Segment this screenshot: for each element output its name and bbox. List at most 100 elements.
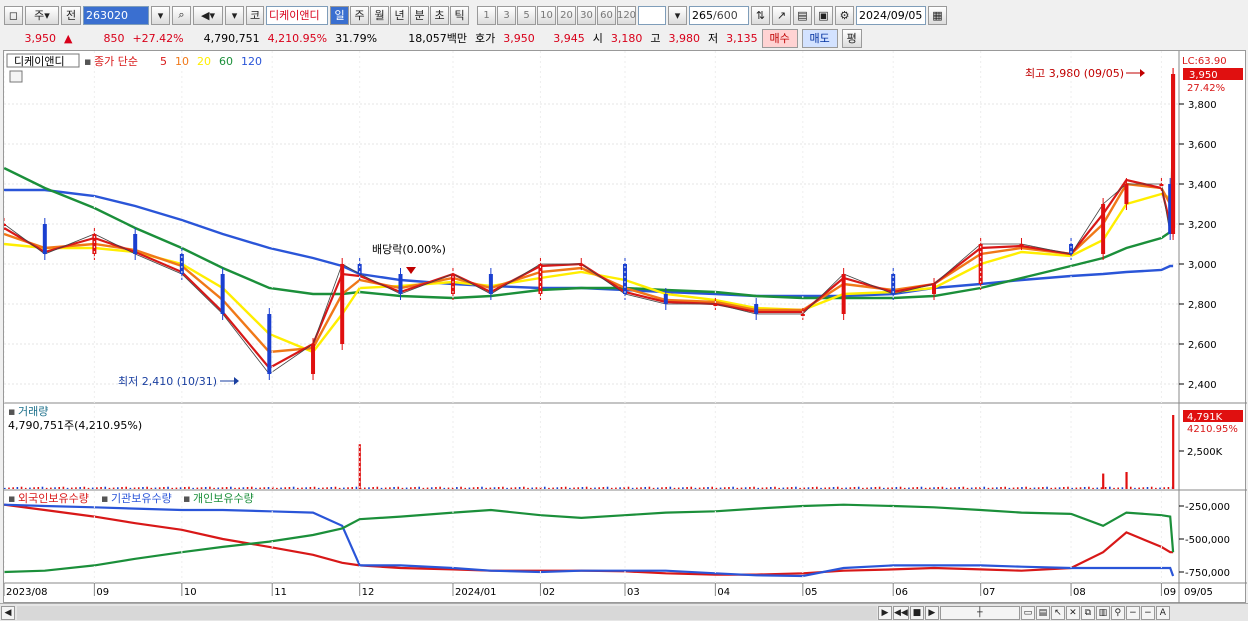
price-point <box>622 264 627 294</box>
volume-bar <box>33 487 35 489</box>
interval-dropdown-icon[interactable]: ▾ <box>668 5 687 25</box>
open-label: 시 <box>592 32 603 45</box>
rewind-button[interactable]: ◀◀ <box>893 605 909 620</box>
period-tab[interactable]: 틱 <box>450 5 469 25</box>
prev-button[interactable]: 전 <box>61 5 81 25</box>
period-tab[interactable]: 일 <box>330 5 349 25</box>
date-input[interactable]: 2024/09/05 <box>856 5 926 25</box>
scroll-right-button[interactable]: ▶ <box>878 605 892 620</box>
table-toggle-icon[interactable] <box>9 70 23 83</box>
line-tool-icon[interactable]: ↗ <box>772 5 791 25</box>
volume-bar <box>79 487 81 489</box>
interval-button[interactable]: 60 <box>597 5 616 25</box>
holdings-legend-item: 기관보유수량 <box>111 492 172 505</box>
interval-button[interactable]: 3 <box>497 5 516 25</box>
price-point <box>488 274 493 294</box>
interval-input[interactable] <box>638 5 666 25</box>
high-annotation: 최고 3,980 (09/05) <box>1025 67 1124 80</box>
period-tab[interactable]: 년 <box>390 5 409 25</box>
ma-line-60 <box>3 166 1175 300</box>
sound-icon[interactable]: ◀▾ <box>193 5 223 25</box>
save-icon[interactable]: ▣ <box>814 5 833 25</box>
period-tab[interactable]: 월 <box>370 5 389 25</box>
period-tab[interactable]: 주 <box>350 5 369 25</box>
volume-bar <box>523 486 525 489</box>
copy-icon[interactable]: ⧉ <box>1080 605 1095 620</box>
font-size-icon[interactable]: A <box>1155 605 1170 620</box>
volume-bar <box>75 487 77 489</box>
code-input[interactable]: 263020 <box>83 5 149 25</box>
volume-bar <box>255 487 257 489</box>
volume-bar <box>154 487 157 489</box>
interval-button[interactable]: 20 <box>557 5 576 25</box>
volume-bar <box>577 487 580 489</box>
volume-bar <box>698 487 701 489</box>
volume-bar <box>661 487 663 489</box>
volume-bar <box>426 487 429 489</box>
zoom-icon[interactable]: ⚲ <box>1110 605 1125 620</box>
ask-price: 3,950 <box>503 31 535 45</box>
eval-button[interactable]: 평 <box>841 28 862 48</box>
date-label: 06 <box>895 587 908 598</box>
count-field[interactable]: 265/600 <box>689 5 749 25</box>
chart-type-icon[interactable]: ▭ <box>1020 605 1035 620</box>
drawing-icon[interactable]: ↖ <box>1050 605 1065 620</box>
volume-bar <box>569 487 571 489</box>
period-tab[interactable]: 분 <box>410 5 429 25</box>
window-icon[interactable]: ◻ <box>4 5 23 25</box>
sell-button[interactable]: 매도 <box>801 28 838 48</box>
volume-bar <box>778 487 780 489</box>
print-icon[interactable]: ▤ <box>793 5 812 25</box>
volume-bar <box>96 487 98 489</box>
calendar-icon[interactable]: ▦ <box>928 5 947 25</box>
holdings-line <box>3 503 1175 574</box>
search-icon[interactable]: ⌕ <box>172 5 191 25</box>
volume-bar <box>585 486 588 489</box>
market-select[interactable]: 주 ▾ <box>25 5 59 25</box>
ruler-track[interactable]: ┼ <box>939 605 1020 620</box>
volume-bar <box>221 487 224 489</box>
buy-button[interactable]: 매수 <box>761 28 798 48</box>
minus-icon[interactable]: − <box>1140 605 1155 620</box>
interval-button[interactable]: 5 <box>517 5 536 25</box>
chart-tool-icon[interactable]: ⇅ <box>751 5 770 25</box>
holdings-axis-label: -500,000 <box>1185 535 1230 546</box>
volume-bar <box>217 487 220 489</box>
volume-bar <box>91 487 94 489</box>
interval-button[interactable]: 10 <box>537 5 556 25</box>
period-tab[interactable]: 초 <box>430 5 449 25</box>
volume-bar <box>485 487 487 489</box>
print-icon[interactable]: ▥ <box>1095 605 1110 620</box>
price-change: 850 <box>103 31 125 45</box>
reset-icon[interactable]: ✕ <box>1065 605 1080 620</box>
gear-icon[interactable]: ⚙ <box>835 5 854 25</box>
interval-button[interactable]: 1 <box>477 5 496 25</box>
code-dropdown-icon[interactable]: ▾ <box>151 5 170 25</box>
scroll-track[interactable] <box>17 605 877 620</box>
stop-button[interactable]: ■ <box>909 605 924 620</box>
scroll-left-button[interactable]: ◀ <box>1 605 15 620</box>
overlay-icon[interactable]: ▤ <box>1035 605 1050 620</box>
volume-bar <box>556 487 559 489</box>
volume-bar <box>1109 486 1111 489</box>
volume-bar <box>297 487 299 489</box>
volume-bar <box>1129 486 1132 489</box>
interval-button[interactable]: 30 <box>577 5 596 25</box>
play-button[interactable]: ▶ <box>924 605 939 620</box>
volume-bar <box>866 487 868 489</box>
volume-bar <box>1012 487 1015 489</box>
volume-bar <box>1062 487 1065 489</box>
volume-bar <box>1025 486 1027 489</box>
chevron-down-icon[interactable]: ▾ <box>225 5 244 25</box>
volume-bar <box>380 487 383 489</box>
volume-bar <box>552 487 554 489</box>
interval-button[interactable]: 120 <box>617 5 636 25</box>
volume-bar <box>598 487 600 489</box>
volume-bar <box>606 486 609 489</box>
holdings-legend: ▪ 외국인보유수량 ▪ 기관보유수량 ▪ 개인보유수량 <box>8 492 254 505</box>
zoom-out-icon[interactable]: − <box>1125 605 1140 620</box>
interval-buttons: 1 3 5 10 20 30 60 120 <box>477 5 636 25</box>
volume-bar <box>853 487 856 489</box>
volume-bar <box>640 487 642 489</box>
volume-bar <box>192 487 194 489</box>
